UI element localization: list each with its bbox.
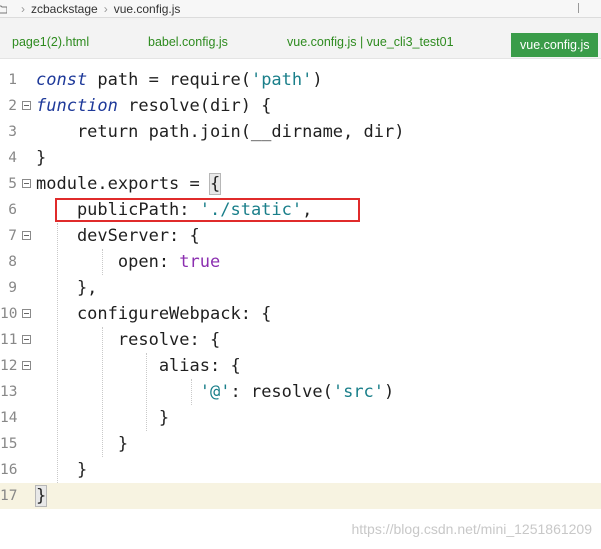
line-number: 14 <box>0 410 18 426</box>
code-text: } <box>36 148 47 168</box>
line-number: 11 <box>0 332 18 348</box>
code-line: 5 module.exports = { <box>0 171 601 197</box>
code-line: 10 configureWebpack: { <box>0 301 601 327</box>
code-line: 9 }, <box>0 275 601 301</box>
code-text: module.exports = { <box>36 173 222 195</box>
folder-icon <box>0 5 7 13</box>
code-text: } <box>36 460 88 480</box>
code-line: 7 devServer: { <box>0 223 601 249</box>
code-text: const path = require('path') <box>36 70 323 90</box>
code-line: 12 alias: { <box>0 353 601 379</box>
code-line: 2 function resolve(dir) { <box>0 93 601 119</box>
watermark: https://blog.csdn.net/mini_1251861209 <box>351 521 592 537</box>
fold-toggle-icon[interactable] <box>22 361 31 370</box>
line-number: 10 <box>0 306 18 322</box>
fold-toggle-icon[interactable] <box>22 101 31 110</box>
code-line: 16 } <box>0 457 601 483</box>
line-number: 16 <box>0 462 18 478</box>
line-number: 9 <box>8 280 17 296</box>
tab-page1-html[interactable]: page1(2).html <box>12 31 89 53</box>
code-line: 4 } <box>0 145 601 171</box>
line-number: 12 <box>0 358 18 374</box>
breadcrumb-item-file[interactable]: vue.config.js <box>114 2 181 16</box>
code-text: '@': resolve('src') <box>199 382 395 402</box>
editor-tab-bar: page1(2).html babel.config.js vue.config… <box>0 18 601 59</box>
code-text: return path.join(__dirname, dir) <box>36 122 405 142</box>
code-text: } <box>34 485 48 507</box>
code-line: 3 return path.join(__dirname, dir) <box>0 119 601 145</box>
breadcrumb-item-project[interactable]: zcbackstage <box>31 2 98 16</box>
code-line-current: 17 } <box>0 483 601 509</box>
chevron-right-icon: › <box>103 1 108 16</box>
breadcrumb: › zcbackstage › vue.config.js <box>0 0 601 18</box>
fold-toggle-icon[interactable] <box>22 179 31 188</box>
line-number: 3 <box>8 124 17 140</box>
fold-toggle-icon[interactable] <box>22 231 31 240</box>
fold-toggle-icon[interactable] <box>22 335 31 344</box>
code-text: }, <box>36 278 98 298</box>
code-text: devServer: { <box>36 226 200 246</box>
line-number: 17 <box>0 488 18 504</box>
annotation-highlight-box <box>55 198 360 222</box>
line-number: 7 <box>8 228 17 244</box>
code-text: } <box>36 408 170 428</box>
code-line: 15 } <box>0 431 601 457</box>
code-line: 1 const path = require('path') <box>0 67 601 93</box>
tab-vue-config-test01[interactable]: vue.config.js | vue_cli3_test01 <box>287 31 454 53</box>
line-number: 2 <box>8 98 17 114</box>
code-text: configureWebpack: { <box>36 304 272 324</box>
line-number: 1 <box>8 72 17 88</box>
line-number: 13 <box>0 384 18 400</box>
code-line: 11 resolve: { <box>0 327 601 353</box>
divider <box>578 3 579 13</box>
code-line: 8 open: true <box>0 249 601 275</box>
fold-toggle-icon[interactable] <box>22 309 31 318</box>
code-text: open: true <box>36 252 221 272</box>
code-editor[interactable]: 1 const path = require('path') 2 functio… <box>0 67 601 549</box>
line-number: 5 <box>8 176 17 192</box>
line-number: 8 <box>8 254 17 270</box>
tab-babel-config[interactable]: babel.config.js <box>148 31 228 53</box>
code-line: 13 '@': resolve('src') <box>0 379 601 405</box>
line-number: 15 <box>0 436 18 452</box>
code-line: 14 } <box>0 405 601 431</box>
code-text: function resolve(dir) { <box>36 96 272 116</box>
code-text: } <box>36 434 129 454</box>
tab-vue-config-active[interactable]: vue.config.js <box>511 33 599 57</box>
code-text: alias: { <box>36 356 241 376</box>
line-number: 6 <box>8 202 17 218</box>
line-number: 4 <box>8 150 17 166</box>
chevron-right-icon: › <box>21 1 25 16</box>
code-text: resolve: { <box>36 330 221 350</box>
